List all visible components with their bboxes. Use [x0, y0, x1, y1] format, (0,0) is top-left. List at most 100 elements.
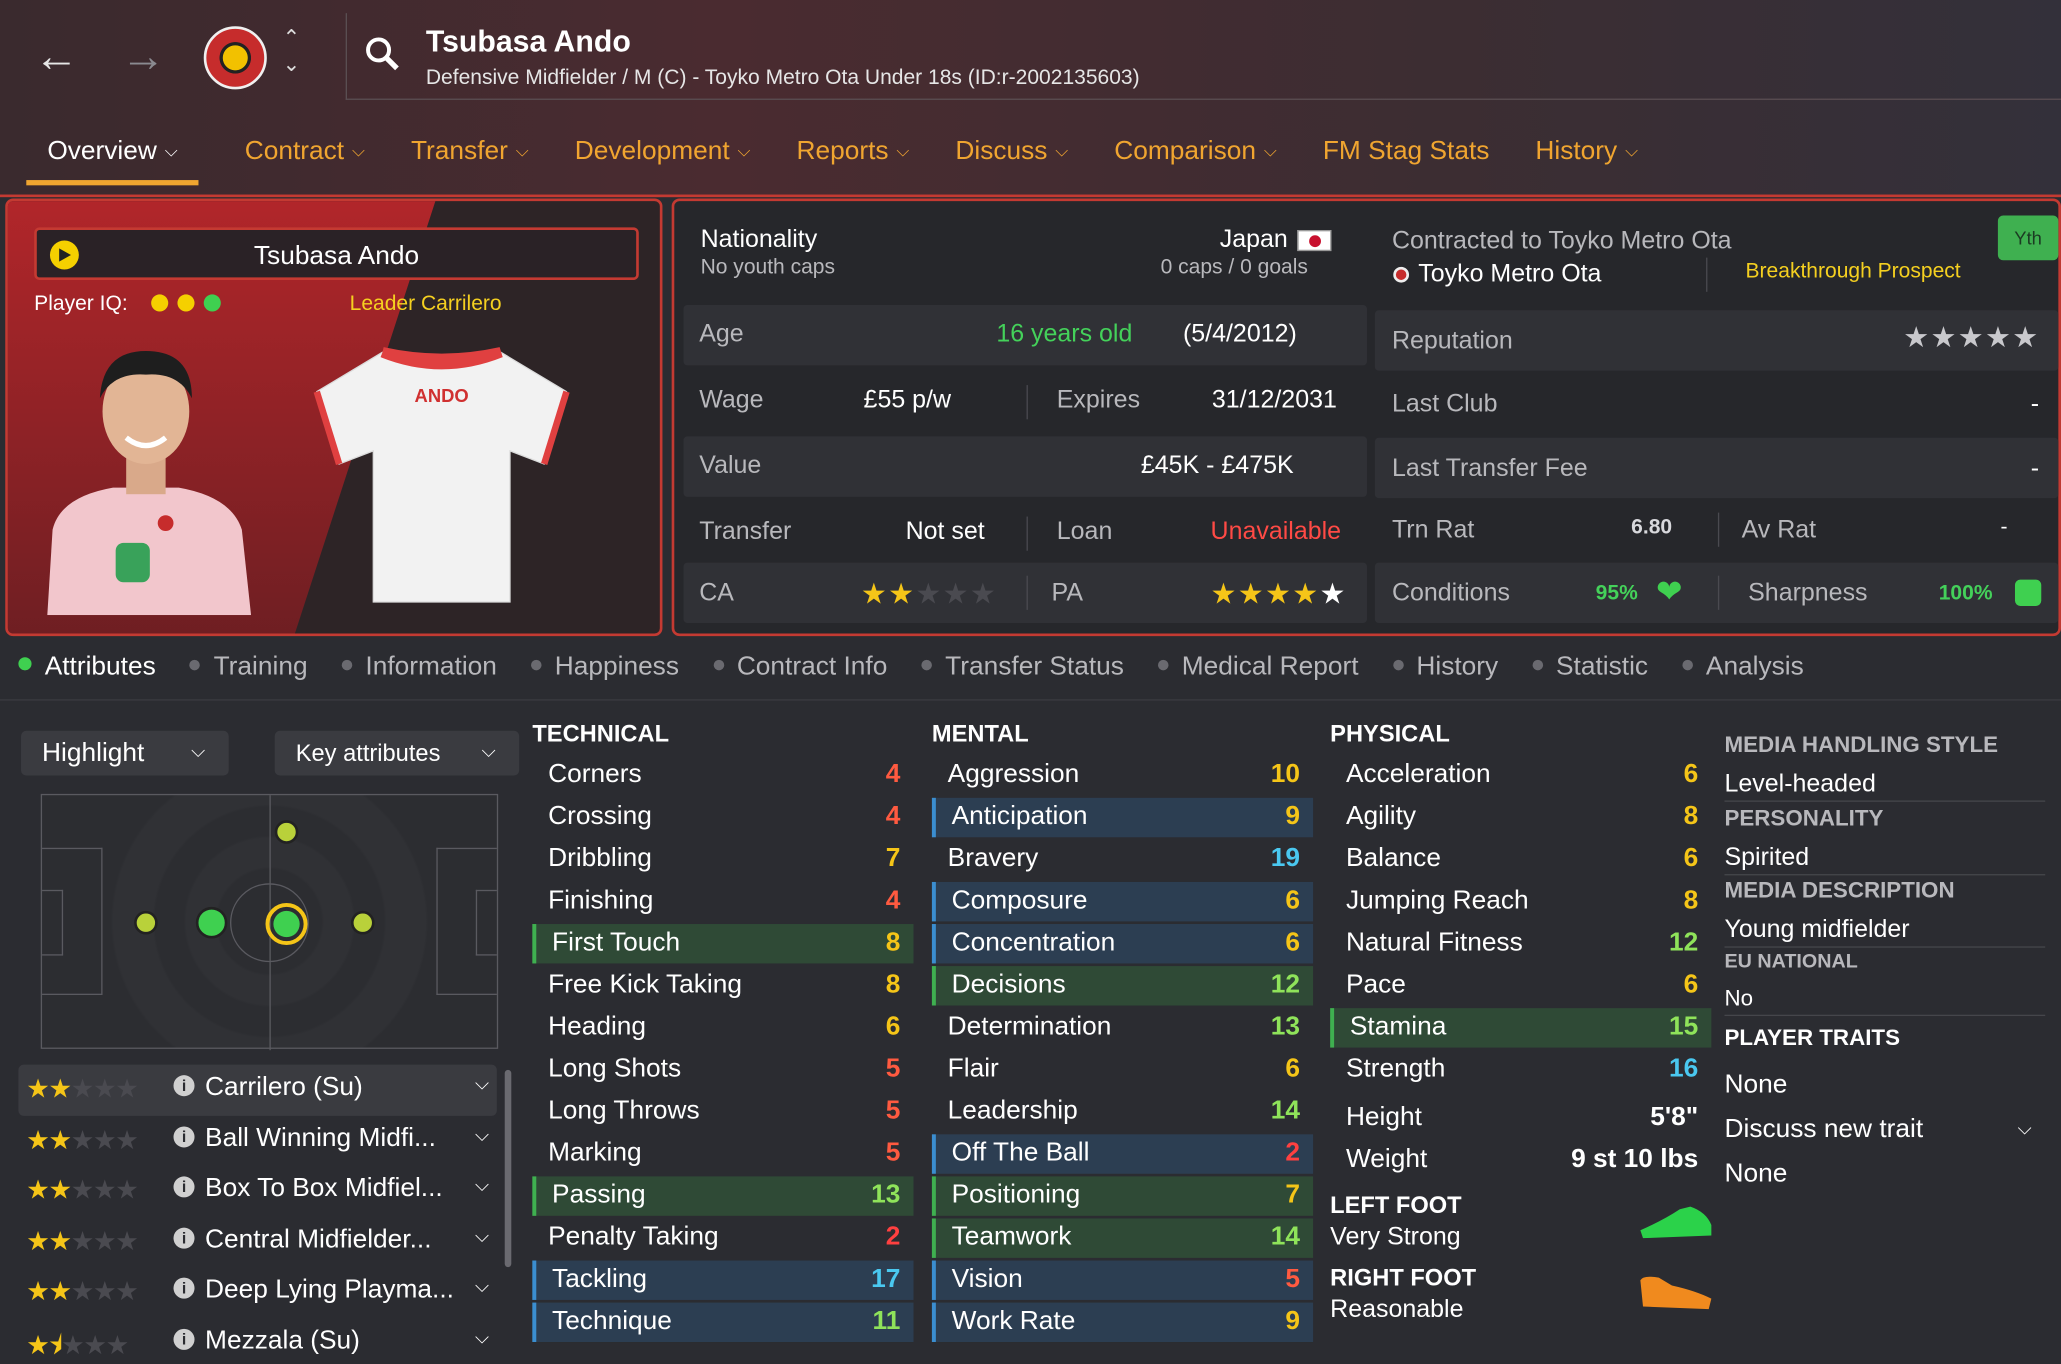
subtab-history[interactable]: History: [1392, 652, 1498, 682]
attribute-row[interactable]: Marking 5: [532, 1134, 913, 1173]
key-attributes-dropdown[interactable]: Key attributes ⌵: [274, 730, 520, 776]
nationality-value[interactable]: Japan: [1220, 226, 1288, 255]
attribute-row[interactable]: Technique 11: [532, 1302, 914, 1343]
attribute-row[interactable]: Positioning 7: [931, 1176, 1314, 1216]
tab-transfer[interactable]: Transfer ⌵: [411, 131, 529, 185]
attribute-name: Corners: [548, 759, 642, 789]
attribute-value: 6: [885, 1012, 901, 1042]
search-icon[interactable]: [365, 37, 399, 71]
attribute-row[interactable]: Crossing 4: [532, 798, 913, 837]
attribute-row[interactable]: Aggression 10: [932, 756, 1313, 795]
tab-development[interactable]: Development ⌵: [575, 131, 751, 185]
chevron-down-icon[interactable]: ⌵: [475, 1073, 489, 1095]
chevron-down-icon[interactable]: ⌵: [475, 1275, 489, 1297]
role-item[interactable]: ★★★★★ i Deep Lying Playma... ⌵: [18, 1267, 496, 1318]
attribute-row[interactable]: Flair 6: [932, 1050, 1313, 1089]
attribute-row[interactable]: Vision 5: [931, 1260, 1314, 1300]
up-down-chevron-icon[interactable]: ⌃ ⌄: [283, 26, 301, 79]
attribute-row[interactable]: Composure 6: [931, 881, 1314, 922]
transfer-value: Not set: [905, 517, 985, 546]
club-link[interactable]: Toyko Metro Ota: [1418, 260, 1601, 289]
attribute-value: 8: [1683, 801, 1699, 831]
attribute-row[interactable]: Pace 6: [1330, 966, 1711, 1005]
attribute-row[interactable]: Leadership 14: [932, 1092, 1313, 1131]
personality-value: Spirited: [1724, 843, 1810, 872]
role-item[interactable]: ★⯨★★★ i Mezzala (Su) ⌵: [18, 1318, 496, 1364]
info-icon[interactable]: i: [173, 1176, 195, 1198]
attribute-row[interactable]: Dribbling 7: [532, 840, 913, 879]
role-item[interactable]: ★★★★★ i Ball Winning Midfi... ⌵: [18, 1115, 496, 1166]
tab-history[interactable]: History ⌵: [1535, 131, 1638, 185]
role-item[interactable]: ★★★★★ i Carrilero (Su) ⌵: [18, 1064, 497, 1116]
attribute-value: 10: [1270, 759, 1300, 789]
subtab-attributes[interactable]: Attributes: [18, 652, 156, 682]
divider: [1717, 512, 1720, 547]
attribute-row[interactable]: Agility 8: [1330, 798, 1711, 837]
attribute-row[interactable]: Teamwork 14: [931, 1218, 1314, 1258]
forward-arrow-icon[interactable]: →: [121, 34, 166, 79]
attribute-name: Work Rate: [951, 1306, 1076, 1336]
attribute-row[interactable]: Jumping Reach 8: [1330, 882, 1711, 921]
highlight-dropdown[interactable]: Highlight ⌵: [21, 730, 229, 776]
info-icon[interactable]: i: [173, 1328, 195, 1350]
divider: [0, 699, 2061, 701]
attribute-row[interactable]: Bravery 19: [932, 840, 1313, 879]
attribute-row[interactable]: Determination 13: [932, 1008, 1313, 1047]
attribute-row[interactable]: Concentration 6: [931, 924, 1314, 964]
tab-contract[interactable]: Contract ⌵: [245, 131, 365, 185]
club-crest-icon[interactable]: [203, 26, 267, 90]
tab-discuss[interactable]: Discuss ⌵: [955, 131, 1068, 185]
role-list-scrollbar[interactable]: [504, 1069, 512, 1268]
subtab-statistic[interactable]: Statistic: [1532, 652, 1648, 682]
attribute-row[interactable]: Natural Fitness 12: [1330, 924, 1711, 963]
attribute-row[interactable]: Long Throws 5: [532, 1092, 913, 1131]
attribute-name: Tackling: [552, 1264, 648, 1294]
back-arrow-icon[interactable]: ←: [34, 34, 79, 79]
attribute-row[interactable]: Corners 4: [532, 756, 913, 795]
tab-reports[interactable]: Reports ⌵: [796, 131, 909, 185]
role-item[interactable]: ★★★★★ i Central Midfielder... ⌵: [18, 1216, 496, 1267]
subtab-transfer-status[interactable]: Transfer Status: [921, 652, 1124, 682]
divider: [1724, 946, 2046, 948]
position-dot-mc-selected[interactable]: [265, 902, 308, 946]
info-icon[interactable]: i: [173, 1125, 195, 1147]
attribute-row[interactable]: Heading 6: [532, 1008, 913, 1047]
tab-overview[interactable]: Overview ⌵: [26, 131, 199, 186]
attribute-name: Pace: [1345, 970, 1406, 999]
attribute-name: Balance: [1345, 843, 1441, 873]
chevron-down-icon[interactable]: ⌵: [475, 1224, 489, 1246]
attribute-row[interactable]: Anticipation 9: [931, 797, 1314, 838]
attribute-row[interactable]: Off The Ball 2: [931, 1134, 1314, 1174]
tab-comparison[interactable]: Comparison ⌵: [1114, 131, 1277, 185]
attribute-row[interactable]: Balance 6: [1330, 840, 1711, 879]
info-icon[interactable]: i: [173, 1277, 195, 1299]
subtab-contract-info[interactable]: Contract Info: [713, 652, 887, 682]
chevron-down-icon[interactable]: ⌵: [475, 1326, 489, 1348]
info-icon[interactable]: i: [173, 1226, 195, 1249]
trn-rat-label: Trn Rat: [1391, 516, 1475, 545]
attribute-row[interactable]: Penalty Taking 2: [532, 1218, 913, 1257]
chevron-down-icon[interactable]: ⌵: [475, 1174, 489, 1196]
attribute-row[interactable]: Acceleration 6: [1330, 756, 1711, 795]
chevron-down-icon[interactable]: ⌵: [2018, 1117, 2032, 1139]
attribute-row[interactable]: First Touch 8: [532, 924, 914, 964]
role-item[interactable]: ★★★★★ i Box To Box Midfiel... ⌵: [18, 1166, 496, 1217]
discuss-new-trait[interactable]: Discuss new trait: [1724, 1115, 1923, 1145]
attribute-row[interactable]: Finishing 4: [532, 882, 913, 921]
attribute-row[interactable]: Free Kick Taking 8: [532, 966, 913, 1005]
subtab-information[interactable]: Information: [341, 652, 497, 682]
subtab-happiness[interactable]: Happiness: [531, 652, 679, 682]
subtab-analysis[interactable]: Analysis: [1682, 652, 1804, 682]
tab-fm-stag-stats[interactable]: FM Stag Stats: [1323, 131, 1490, 185]
subtab-training[interactable]: Training: [189, 652, 308, 682]
attribute-row[interactable]: Passing 13: [532, 1176, 914, 1216]
attribute-row[interactable]: Strength 16: [1330, 1050, 1711, 1089]
attribute-row[interactable]: Work Rate 9: [931, 1302, 1314, 1343]
info-icon[interactable]: i: [173, 1075, 195, 1097]
attribute-row[interactable]: Long Shots 5: [532, 1050, 913, 1089]
attribute-row[interactable]: Tackling 17: [532, 1260, 914, 1300]
attribute-row[interactable]: Decisions 12: [931, 966, 1314, 1006]
attribute-row[interactable]: Stamina 15: [1330, 1008, 1712, 1048]
subtab-medical-report[interactable]: Medical Report: [1158, 652, 1359, 682]
chevron-down-icon[interactable]: ⌵: [475, 1123, 489, 1145]
